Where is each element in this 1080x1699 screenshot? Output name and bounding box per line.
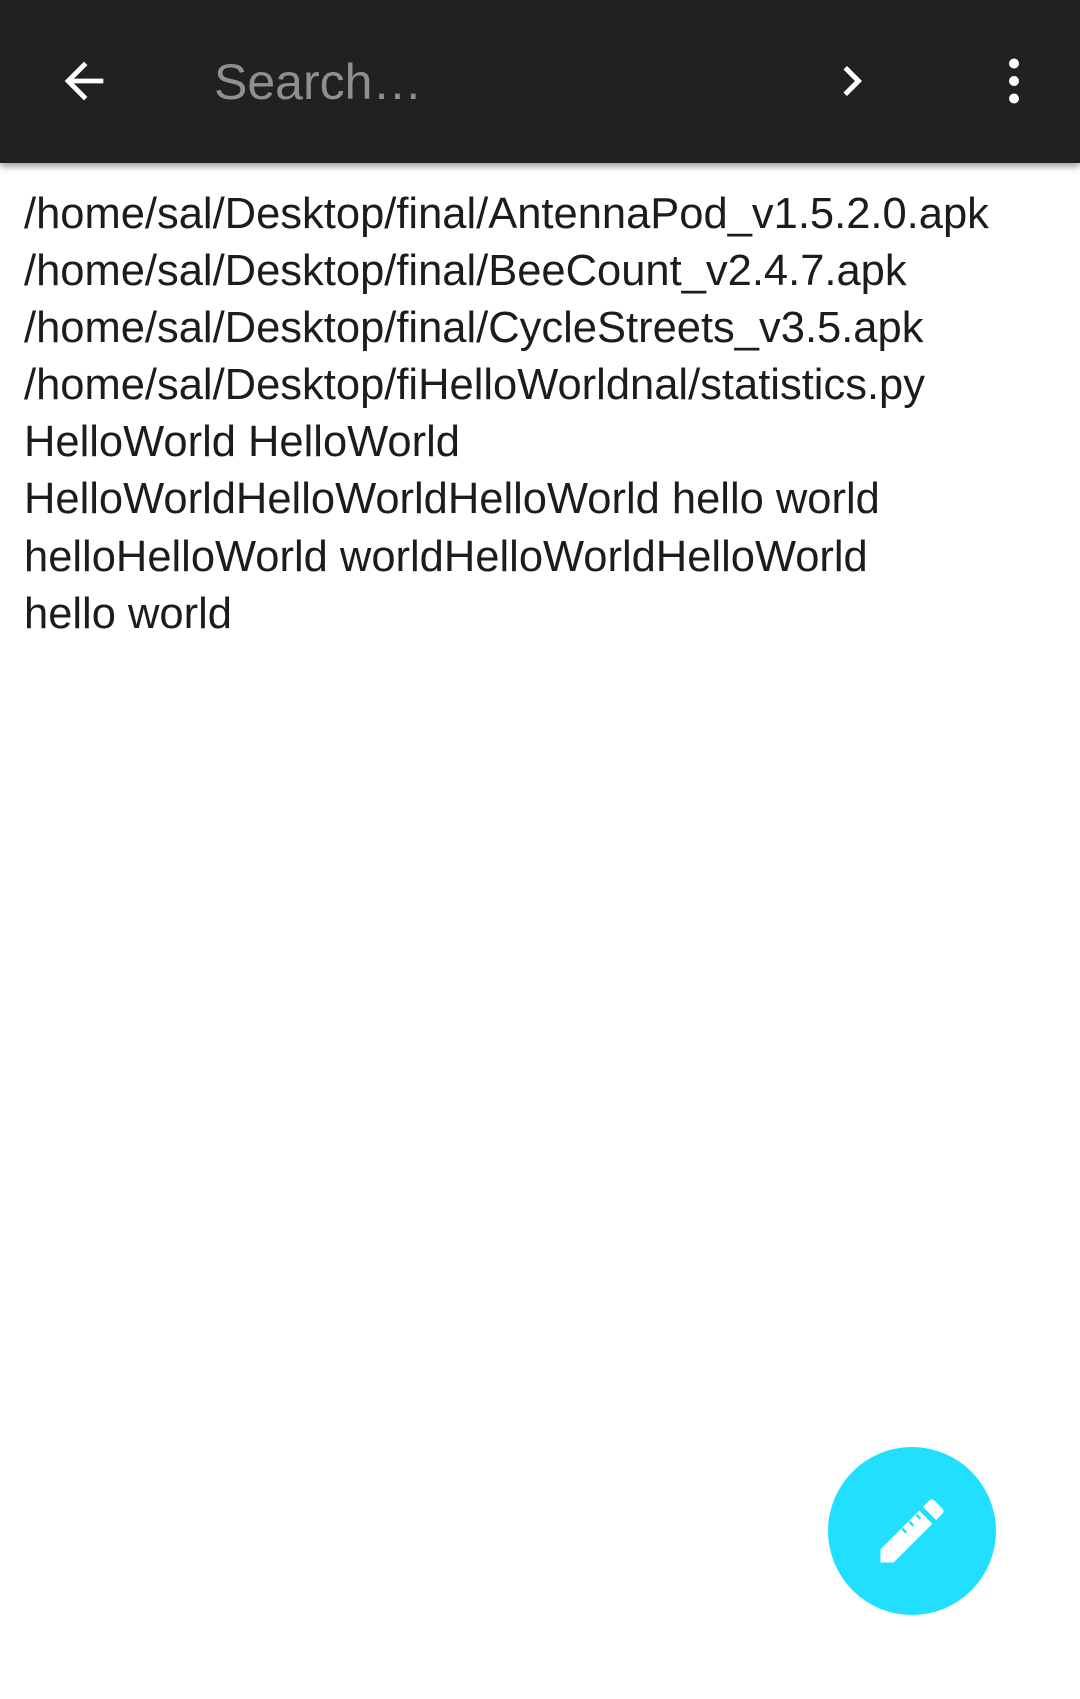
file-content-text[interactable]: /home/sal/Desktop/final/AntennaPod_v1.5.… bbox=[24, 186, 1080, 643]
search-input[interactable] bbox=[214, 44, 774, 120]
arrow-back-icon bbox=[64, 61, 104, 101]
more-vert-icon bbox=[1009, 58, 1019, 104]
chevron-right-icon bbox=[843, 66, 862, 96]
text-viewer-screen: /home/sal/Desktop/final/AntennaPod_v1.5.… bbox=[0, 0, 1080, 1699]
find-next-button[interactable] bbox=[802, 31, 902, 131]
back-button[interactable] bbox=[34, 31, 134, 131]
overflow-menu-button[interactable] bbox=[964, 31, 1064, 131]
search-toolbar bbox=[0, 0, 1080, 163]
edit-fab-button[interactable] bbox=[828, 1447, 996, 1615]
pencil-edit-icon bbox=[880, 1499, 944, 1563]
